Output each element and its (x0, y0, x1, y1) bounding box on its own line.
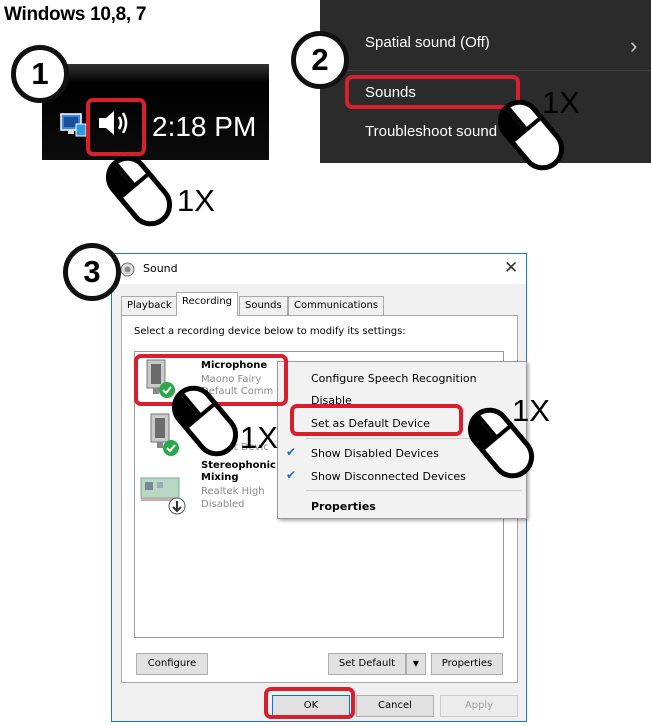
tab-communications[interactable]: Communications (288, 296, 385, 315)
click-count-label: 1X (542, 85, 580, 120)
set-default-highlight-box (290, 404, 463, 436)
set-default-dropdown[interactable]: ▼ (406, 653, 426, 675)
menu-divider (306, 490, 521, 491)
menu-item-configure-speech[interactable]: Configure Speech Recognition (311, 372, 477, 385)
step-1-badge: 1 (11, 45, 69, 103)
menu-item-show-disabled[interactable]: Show Disabled Devices (311, 447, 439, 460)
menu-item-properties[interactable]: Properties (311, 500, 376, 513)
menu-item-troubleshoot-sound[interactable]: Troubleshoot sound (365, 123, 497, 140)
checkmark-icon: ✔ (286, 445, 297, 459)
menu-divider (320, 70, 651, 71)
tab-recording[interactable]: Recording (176, 292, 239, 316)
step-2-badge: 2 (291, 31, 349, 89)
sound-app-icon (120, 262, 135, 277)
os-versions-heading: Windows 10,8, 7 (4, 4, 147, 25)
click-count-label: 1X (177, 183, 215, 218)
dialog-titlebar: Sound ✕ (112, 254, 526, 284)
configure-button[interactable]: Configure (136, 653, 208, 675)
mouse-click-icon (105, 155, 173, 227)
instruction-text: Select a recording device below to modif… (134, 326, 406, 337)
click-count-label: 1X (240, 420, 278, 455)
menu-item-show-disconnected[interactable]: Show Disconnected Devices (311, 470, 466, 483)
set-default-button[interactable]: Set Default (328, 653, 406, 675)
taskbar-clock: 2:18 PM (152, 111, 257, 142)
mouse-click-icon (171, 385, 239, 457)
ok-highlight-box (264, 687, 355, 719)
chevron-down-icon: ▼ (412, 659, 420, 668)
cancel-button[interactable]: Cancel (356, 695, 434, 717)
menu-item-spatial-sound[interactable]: Spatial sound (Off) (365, 34, 490, 51)
apply-button[interactable]: Apply (440, 695, 518, 717)
checkmark-icon: ✔ (286, 468, 297, 482)
tab-playback[interactable]: Playback (121, 296, 178, 315)
chevron-right-icon: › (630, 33, 638, 58)
dialog-title: Sound (143, 262, 178, 275)
tab-sounds[interactable]: Sounds (239, 296, 288, 315)
step-3-badge: 3 (63, 243, 121, 301)
device-description: Realtek High (201, 486, 265, 497)
device-status: Disabled (201, 499, 245, 510)
sound-card-icon (140, 477, 186, 515)
close-icon[interactable]: ✕ (504, 258, 518, 278)
click-count-label: 1X (512, 393, 550, 428)
device-name-line2: Mixing (201, 472, 239, 483)
properties-button[interactable]: Properties (431, 653, 503, 675)
